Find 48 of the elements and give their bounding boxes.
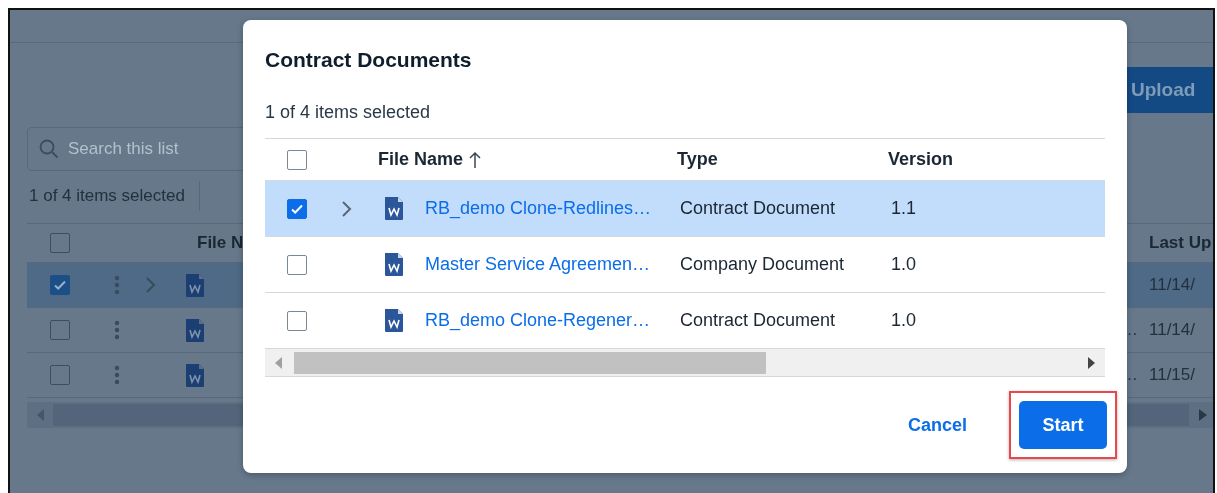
date-cell-text: 11/14/ (1149, 275, 1196, 295)
word-document-icon (185, 362, 205, 388)
dialog-title: Contract Documents (265, 48, 473, 73)
word-document-icon (185, 317, 205, 343)
version-cell-text: 1.1 (891, 198, 918, 219)
checkbox[interactable] (287, 254, 307, 275)
upload-button[interactable]: Upload (1125, 67, 1213, 113)
word-document-icon (384, 252, 404, 277)
file-name-link[interactable]: Master Service Agreemen… (425, 254, 651, 274)
start-button[interactable]: Start (1019, 401, 1107, 449)
word-document-icon (384, 308, 404, 333)
column-header[interactable]: File N (197, 233, 244, 253)
scroll-left-icon[interactable] (37, 409, 45, 421)
cancel-link[interactable]: Cancel (903, 408, 971, 442)
column-header[interactable]: Last Up (1149, 233, 1213, 253)
scroll-left-icon[interactable] (275, 356, 282, 369)
checkbox[interactable] (50, 233, 70, 253)
type-cell-text: Company Document (680, 254, 846, 275)
sort-ascending-icon[interactable] (469, 150, 482, 169)
checkmark-icon (53, 278, 67, 292)
checkbox[interactable] (50, 275, 70, 295)
version-cell-text: 1.0 (891, 310, 918, 331)
word-document-icon (185, 272, 205, 298)
search-icon (39, 139, 59, 159)
selection-count: 1 of 4 items selected (29, 186, 185, 206)
version-cell-text: 1.0 (891, 254, 918, 275)
more-actions-icon[interactable] (112, 364, 122, 386)
checkbox[interactable] (50, 365, 70, 385)
date-cell-text: 11/15/ (1149, 365, 1196, 385)
file-name-link[interactable]: RB_demo Clone-Regener… (425, 310, 651, 330)
file-name-link[interactable]: RB_demo Clone-Redlines… (425, 198, 652, 218)
type-cell-text: Contract Document (680, 198, 837, 219)
word-document-icon (384, 196, 404, 221)
checkbox[interactable] (50, 320, 70, 340)
more-actions-icon[interactable] (112, 319, 122, 341)
checkbox[interactable] (287, 310, 307, 331)
more-actions-icon[interactable] (112, 274, 122, 296)
column-header[interactable]: Version (888, 149, 954, 170)
type-cell-text: Contract Document (680, 310, 837, 331)
column-header[interactable]: File Name (378, 149, 464, 170)
column-header[interactable]: Type (677, 149, 718, 170)
checkbox[interactable] (287, 198, 307, 219)
checkbox[interactable] (287, 149, 307, 170)
horizontal-scrollbar[interactable] (265, 349, 1105, 377)
scroll-right-icon[interactable] (1088, 356, 1095, 369)
chevron-right-icon[interactable] (341, 199, 353, 218)
selection-count: 1 of 4 items selected (265, 102, 432, 124)
date-cell-text: 11/14/ (1149, 320, 1196, 340)
